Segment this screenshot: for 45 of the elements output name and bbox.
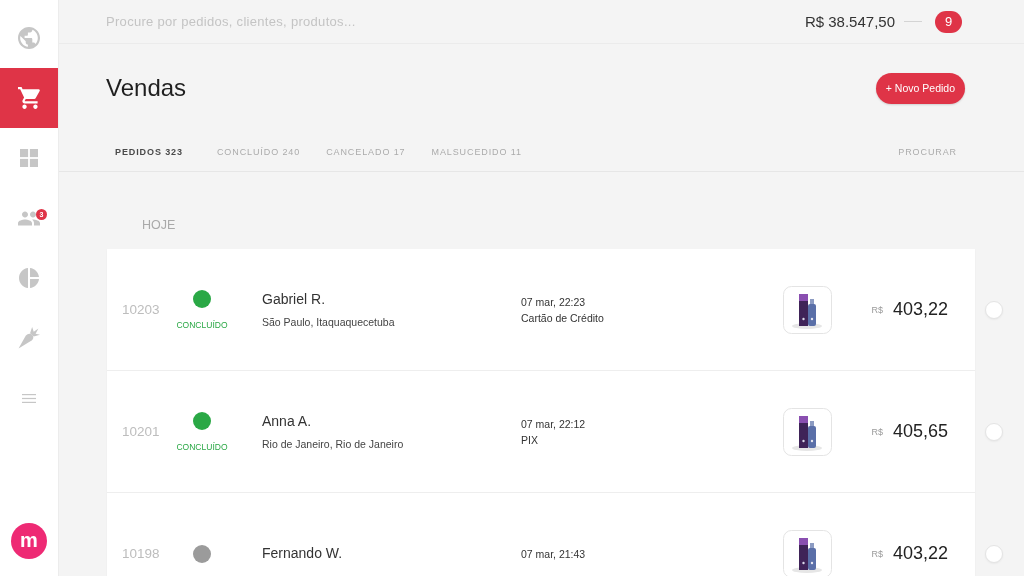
customer-location: Rio de Janeiro, Rio de Janeiro: [262, 437, 404, 451]
order-date: 07 mar, 21:43: [521, 546, 586, 561]
currency-symbol: R$: [871, 548, 883, 559]
order-row[interactable]: 10203 CONCLUÍDO Gabriel R. São Paulo, Itaquaquecetuba 07 mar, 22:23 Cartão de Crédito R$ 403,22: [107, 249, 975, 371]
order-row[interactable]: 10198 Fernando W. 07 mar, 21:43 R$ 403,22: [107, 493, 975, 576]
filter-tab[interactable]: PEDIDOS 323: [115, 146, 183, 157]
product-bottle-drawing: [783, 529, 832, 576]
globe-icon: [18, 27, 40, 49]
product-bottle-drawing: [783, 285, 832, 334]
currency-symbol: R$: [871, 426, 883, 437]
cart-icon: [18, 87, 40, 109]
product-bottle-drawing: [783, 407, 832, 456]
carrot-icon: [18, 327, 40, 349]
order-total: 403,22: [892, 299, 948, 320]
customer-name: Fernando W.: [262, 545, 343, 562]
menu-icon: [22, 393, 36, 403]
new-order-button[interactable]: + Novo Pedido: [875, 72, 965, 104]
currency-symbol: R$: [871, 304, 883, 315]
order-number: 10198: [122, 546, 160, 561]
app-logo: m: [11, 523, 47, 559]
order-total: 403,22: [892, 543, 948, 564]
status-label: CONCLUÍDO: [176, 319, 228, 330]
select-radio[interactable]: [985, 423, 1003, 441]
order-date: 07 mar, 22:23: [521, 294, 586, 309]
page-title: Vendas: [106, 73, 187, 103]
status-label: CONCLUÍDO: [176, 441, 228, 452]
payment-method: PIX: [521, 432, 538, 447]
customer-location: São Paulo, Itaquaquecetuba: [262, 315, 395, 329]
grid-icon: [20, 149, 38, 167]
select-radio[interactable]: [985, 545, 1003, 563]
pie-chart-icon: [19, 268, 39, 288]
customer-name: Gabriel R.: [262, 290, 326, 308]
payment-method: Cartão de Crédito: [521, 310, 604, 325]
balance-amount: R$ 38.547,50: [804, 13, 895, 30]
order-row[interactable]: 10201 CONCLUÍDO Anna A. Rio de Janeiro, Rio de Janeiro 07 mar, 22:12 PIX R$ 405,65: [107, 371, 975, 493]
people-icon: [18, 210, 40, 226]
notification-badge[interactable]: 9: [935, 10, 962, 33]
select-radio[interactable]: [985, 301, 1003, 319]
customer-name: Anna A.: [262, 412, 312, 430]
order-number: 10201: [122, 424, 160, 439]
section-heading: HOJE: [142, 218, 176, 232]
order-total: 405,65: [892, 421, 948, 442]
order-date: 07 mar, 22:12: [521, 416, 586, 431]
nav-item[interactable]: [0, 68, 58, 128]
order-number: 10203: [122, 302, 160, 317]
